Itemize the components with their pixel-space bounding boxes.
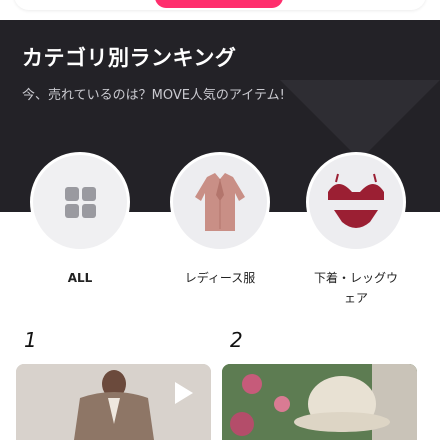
play-icon[interactable] xyxy=(167,378,197,408)
category-all-circle[interactable] xyxy=(30,152,130,252)
category-underwear-circle[interactable] xyxy=(306,152,406,252)
category-ladies-label: レディース服 xyxy=(184,271,256,285)
hat-product-image xyxy=(222,364,417,440)
category-ladies-circle[interactable] xyxy=(170,152,270,252)
active-tab-indicator[interactable] xyxy=(155,0,283,8)
category-underwear[interactable]: 下着・レッグウ ェア xyxy=(306,152,406,308)
category-ladies[interactable]: レディース服 xyxy=(170,152,270,288)
ranking-item-2[interactable] xyxy=(222,364,417,440)
lingerie-image xyxy=(328,173,384,228)
category-all-label: ALL xyxy=(67,271,93,285)
ranking-item-1[interactable] xyxy=(16,364,211,440)
category-all[interactable]: ALL xyxy=(30,152,130,288)
category-underwear-label: 下着・レッグウ ェア xyxy=(313,271,398,305)
page-title: カテゴリ別ランキング xyxy=(22,46,237,70)
rank-number: 2 xyxy=(230,328,243,352)
blouse-image xyxy=(195,173,245,231)
grid-icon xyxy=(64,186,96,218)
page-subtitle: 今、売れているのは？MOVE人気のアイテム! xyxy=(22,88,285,103)
rank-number: 1 xyxy=(24,328,37,352)
header-decoration xyxy=(280,80,440,160)
